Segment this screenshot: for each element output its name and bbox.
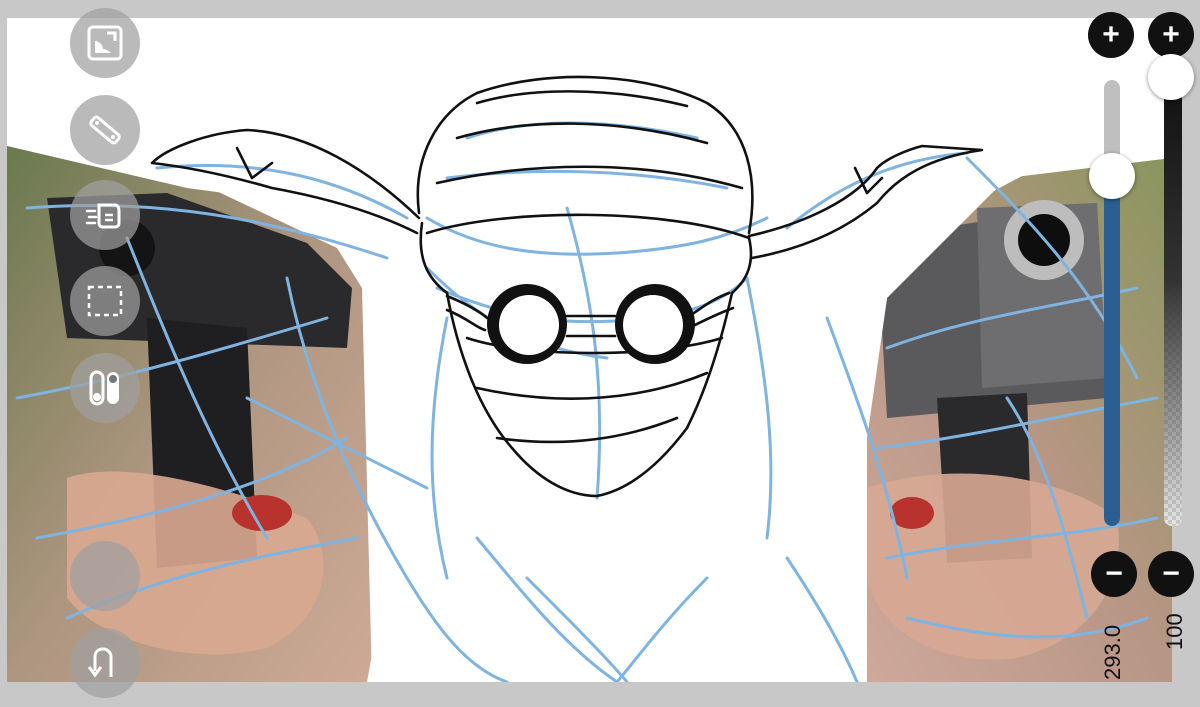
opacity-value: 100 <box>1162 613 1187 650</box>
brush-size-slider[interactable] <box>1104 80 1120 526</box>
selection-tool-button[interactable] <box>70 266 140 336</box>
undo-button[interactable] <box>70 628 140 698</box>
selection-tool-icon <box>83 279 127 323</box>
smudge-tool-icon <box>83 193 127 237</box>
opacity-increase-button[interactable]: + <box>1148 12 1194 58</box>
brush-tool-button[interactable] <box>70 95 140 165</box>
undo-icon <box>85 643 125 683</box>
gallery-icon <box>85 23 125 63</box>
blank-tool-button[interactable] <box>70 541 140 611</box>
brush-size-fill <box>1104 176 1120 526</box>
brush-size-thumb[interactable] <box>1089 153 1135 200</box>
reference-photo-left <box>7 146 372 682</box>
opacity-decrease-button[interactable]: − <box>1148 551 1194 597</box>
drawing-canvas[interactable] <box>7 18 1172 682</box>
layers-toggle-icon <box>83 366 127 410</box>
brush-size-value: 293.0 <box>1100 624 1125 680</box>
smudge-tool-button[interactable] <box>70 180 140 250</box>
opacity-fill <box>1164 80 1182 526</box>
brush-tool-icon <box>83 108 127 152</box>
size-decrease-button[interactable]: − <box>1091 551 1137 597</box>
gallery-button[interactable] <box>70 8 140 78</box>
opacity-thumb[interactable] <box>1148 54 1194 100</box>
layers-toggle-button[interactable] <box>70 353 140 423</box>
size-increase-button[interactable]: + <box>1088 12 1134 58</box>
opacity-slider[interactable] <box>1164 80 1182 526</box>
